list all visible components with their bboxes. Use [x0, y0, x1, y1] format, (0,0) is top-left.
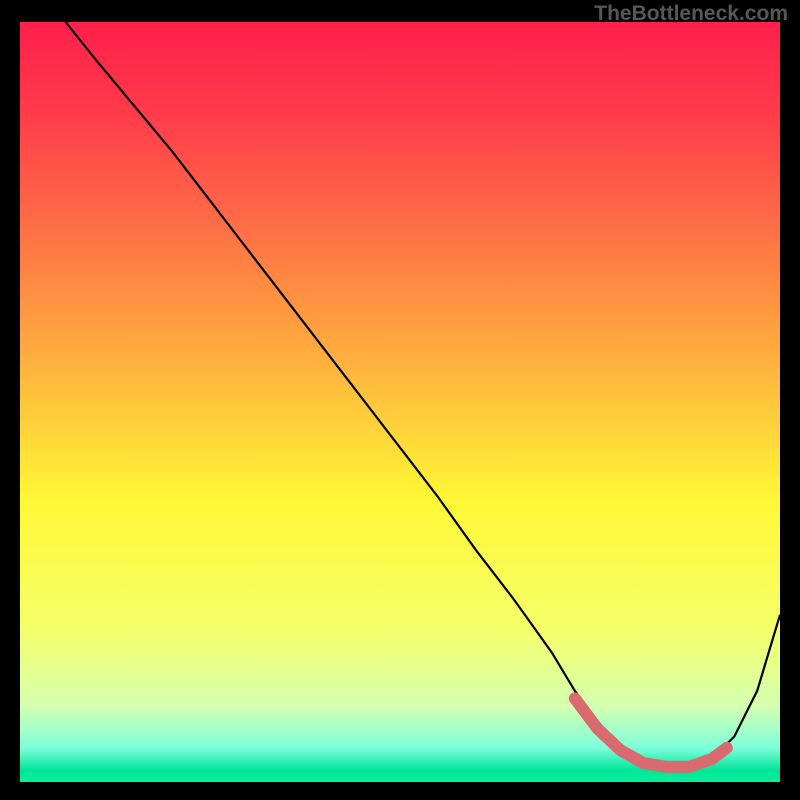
bottleneck-chart: [20, 22, 780, 782]
watermark-text: TheBottleneck.com: [594, 2, 788, 26]
chart-frame: [20, 22, 780, 782]
chart-background: [20, 22, 780, 782]
